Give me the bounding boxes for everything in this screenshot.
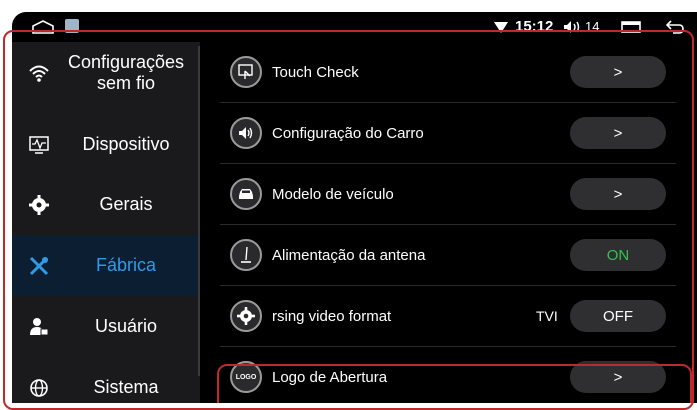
sidebar-item-general[interactable]: Gerais <box>12 174 200 235</box>
sidebar-item-wireless[interactable]: Configurações sem fio <box>12 42 200 103</box>
sidebar-item-device[interactable]: Dispositivo <box>12 114 200 175</box>
row-car-settings[interactable]: Configuração do Carro > <box>220 103 676 164</box>
sidebar-item-label: Sistema <box>93 377 159 397</box>
sidebar-item-system[interactable]: Sistema <box>12 357 200 403</box>
wifi-icon <box>29 65 49 82</box>
row-label: Logo de Abertura <box>272 369 388 386</box>
logo-icon: LOGO <box>230 361 262 393</box>
wifi-signal-icon <box>494 22 508 33</box>
status-bar: 15:12 14 <box>12 12 697 42</box>
sidebar: Configurações sem fio Dispositivo Gerais <box>12 42 200 403</box>
touch-check-arrow-button[interactable]: > <box>570 56 666 88</box>
touch-check-icon <box>230 56 262 88</box>
sidebar-item-factory[interactable]: Fábrica <box>12 235 200 296</box>
clock: 15:12 <box>515 18 554 35</box>
sidebar-item-label: Usuário <box>94 316 158 336</box>
app-icon[interactable] <box>65 19 79 33</box>
boot-logo-arrow-button[interactable]: > <box>570 361 666 393</box>
recent-apps-icon[interactable] <box>621 21 641 33</box>
gear-icon <box>29 194 49 215</box>
row-touch-check[interactable]: Touch Check > <box>220 42 676 103</box>
head-unit-screen: 15:12 14 Configurações sem fio Dispositi… <box>12 12 697 403</box>
row-label: Touch Check <box>272 64 359 81</box>
car-settings-arrow-button[interactable]: > <box>570 117 666 149</box>
logo-icon-text: LOGO <box>235 373 257 381</box>
antenna-icon <box>230 239 262 271</box>
tools-icon <box>29 256 49 275</box>
device-icon <box>29 135 49 154</box>
video-format-toggle[interactable]: OFF <box>570 300 666 332</box>
volume-icon[interactable] <box>563 20 583 34</box>
sidebar-item-label: Dispositivo <box>82 134 170 154</box>
video-format-value: TVI <box>536 308 558 324</box>
volume-level: 14 <box>585 19 600 34</box>
row-antenna-power[interactable]: Alimentação da antena ON <box>220 225 676 286</box>
row-video-format[interactable]: rsing video format TVI OFF <box>220 286 676 347</box>
settings-list: Touch Check > Configuração do Carro > Mo… <box>200 42 697 403</box>
row-label: rsing video format <box>272 308 392 325</box>
row-boot-logo[interactable]: LOGO Logo de Abertura > <box>220 347 676 403</box>
back-icon[interactable] <box>665 19 685 35</box>
speaker-icon <box>230 117 262 149</box>
row-vehicle-model[interactable]: Modelo de veículo > <box>220 164 676 225</box>
sidebar-item-label: Fábrica <box>95 255 157 275</box>
antenna-power-toggle[interactable]: ON <box>570 239 666 271</box>
home-icon[interactable] <box>32 20 54 34</box>
settings-gear-icon <box>230 300 262 332</box>
user-icon <box>30 317 49 335</box>
globe-icon <box>30 378 48 397</box>
vehicle-model-arrow-button[interactable]: > <box>570 178 666 210</box>
sidebar-item-label: Gerais <box>99 194 153 214</box>
sidebar-item-user[interactable]: Usuário <box>12 296 200 357</box>
row-label: Configuração do Carro <box>272 125 424 142</box>
row-label: Modelo de veículo <box>272 186 394 203</box>
row-label: Alimentação da antena <box>272 247 426 264</box>
car-icon <box>230 178 262 210</box>
sidebar-item-label: Configurações sem fio <box>67 51 185 93</box>
